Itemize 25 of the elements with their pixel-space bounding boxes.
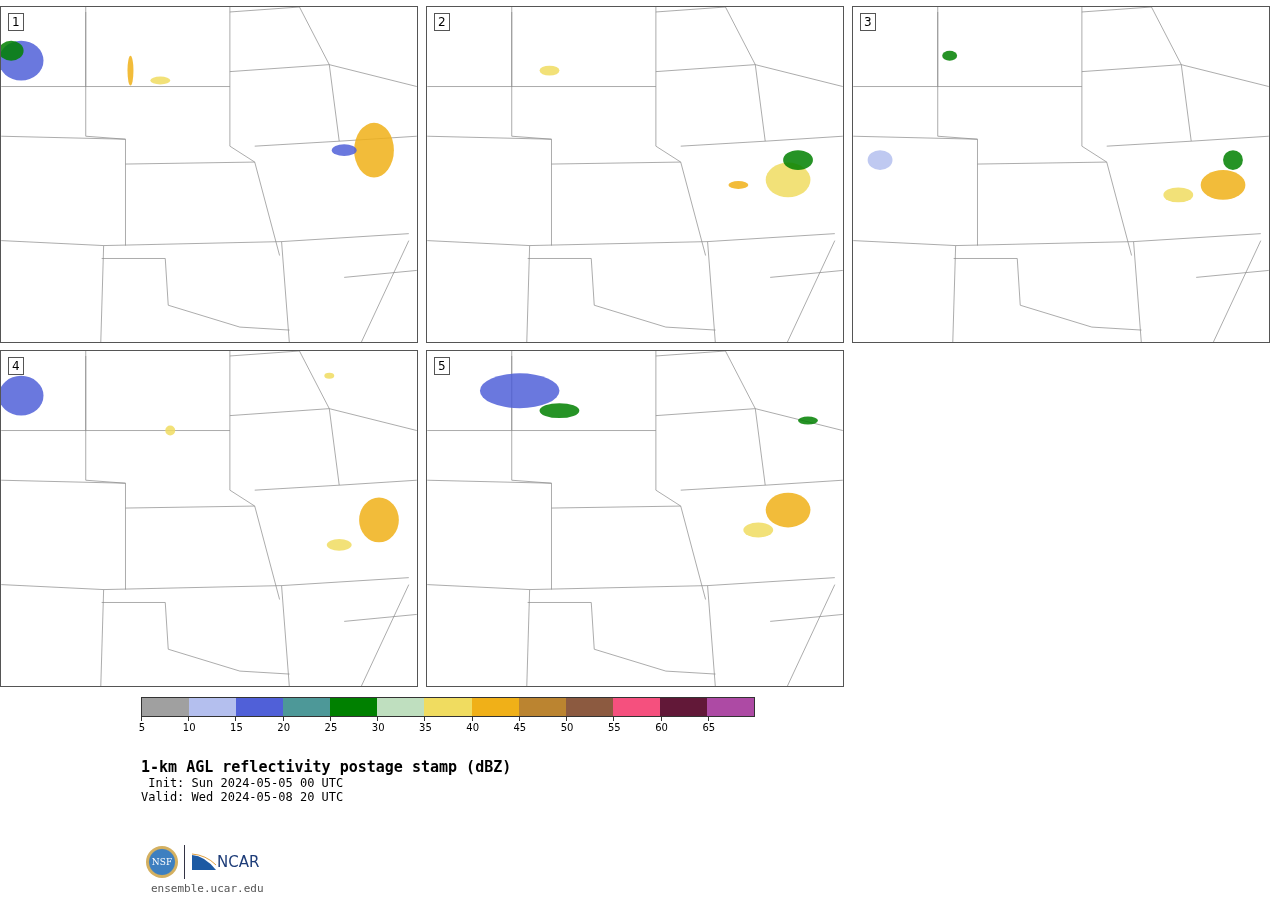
tick-label: 5 bbox=[138, 722, 146, 733]
tick-label: 65 bbox=[702, 722, 716, 733]
swoosh-logo-icon bbox=[191, 853, 217, 871]
tick-label: 25 bbox=[324, 722, 338, 733]
website-link[interactable]: ensemble.ucar.edu bbox=[151, 882, 264, 895]
panel-number: 3 bbox=[860, 13, 876, 31]
tick-label: 20 bbox=[277, 722, 291, 733]
globe-logo: NSF bbox=[146, 846, 178, 878]
panel-number: 2 bbox=[434, 13, 450, 31]
valid-time: Valid: Wed 2024-05-08 20 UTC bbox=[141, 790, 345, 804]
tick-label: 35 bbox=[419, 722, 432, 733]
init-time: Init: Sun 2024-05-05 00 UTC bbox=[147, 776, 345, 790]
tick-label: 60 bbox=[655, 722, 668, 733]
tick-label: 45 bbox=[513, 722, 527, 733]
tick-label: 30 bbox=[371, 722, 385, 733]
tick-label: 10 bbox=[182, 722, 196, 733]
tick-label: 40 bbox=[466, 722, 479, 733]
panel-number: 1 bbox=[8, 13, 24, 31]
tick-label: 55 bbox=[608, 722, 621, 733]
logo-wordmark: NCAR bbox=[217, 853, 260, 871]
panel-number: 5 bbox=[434, 357, 450, 375]
chart-title: 1-km AGL reflectivity postage stamp (dBZ) bbox=[141, 758, 513, 776]
panel-number: 4 bbox=[8, 357, 24, 375]
tick-label: 50 bbox=[560, 722, 574, 733]
tick-label: 15 bbox=[230, 722, 243, 733]
